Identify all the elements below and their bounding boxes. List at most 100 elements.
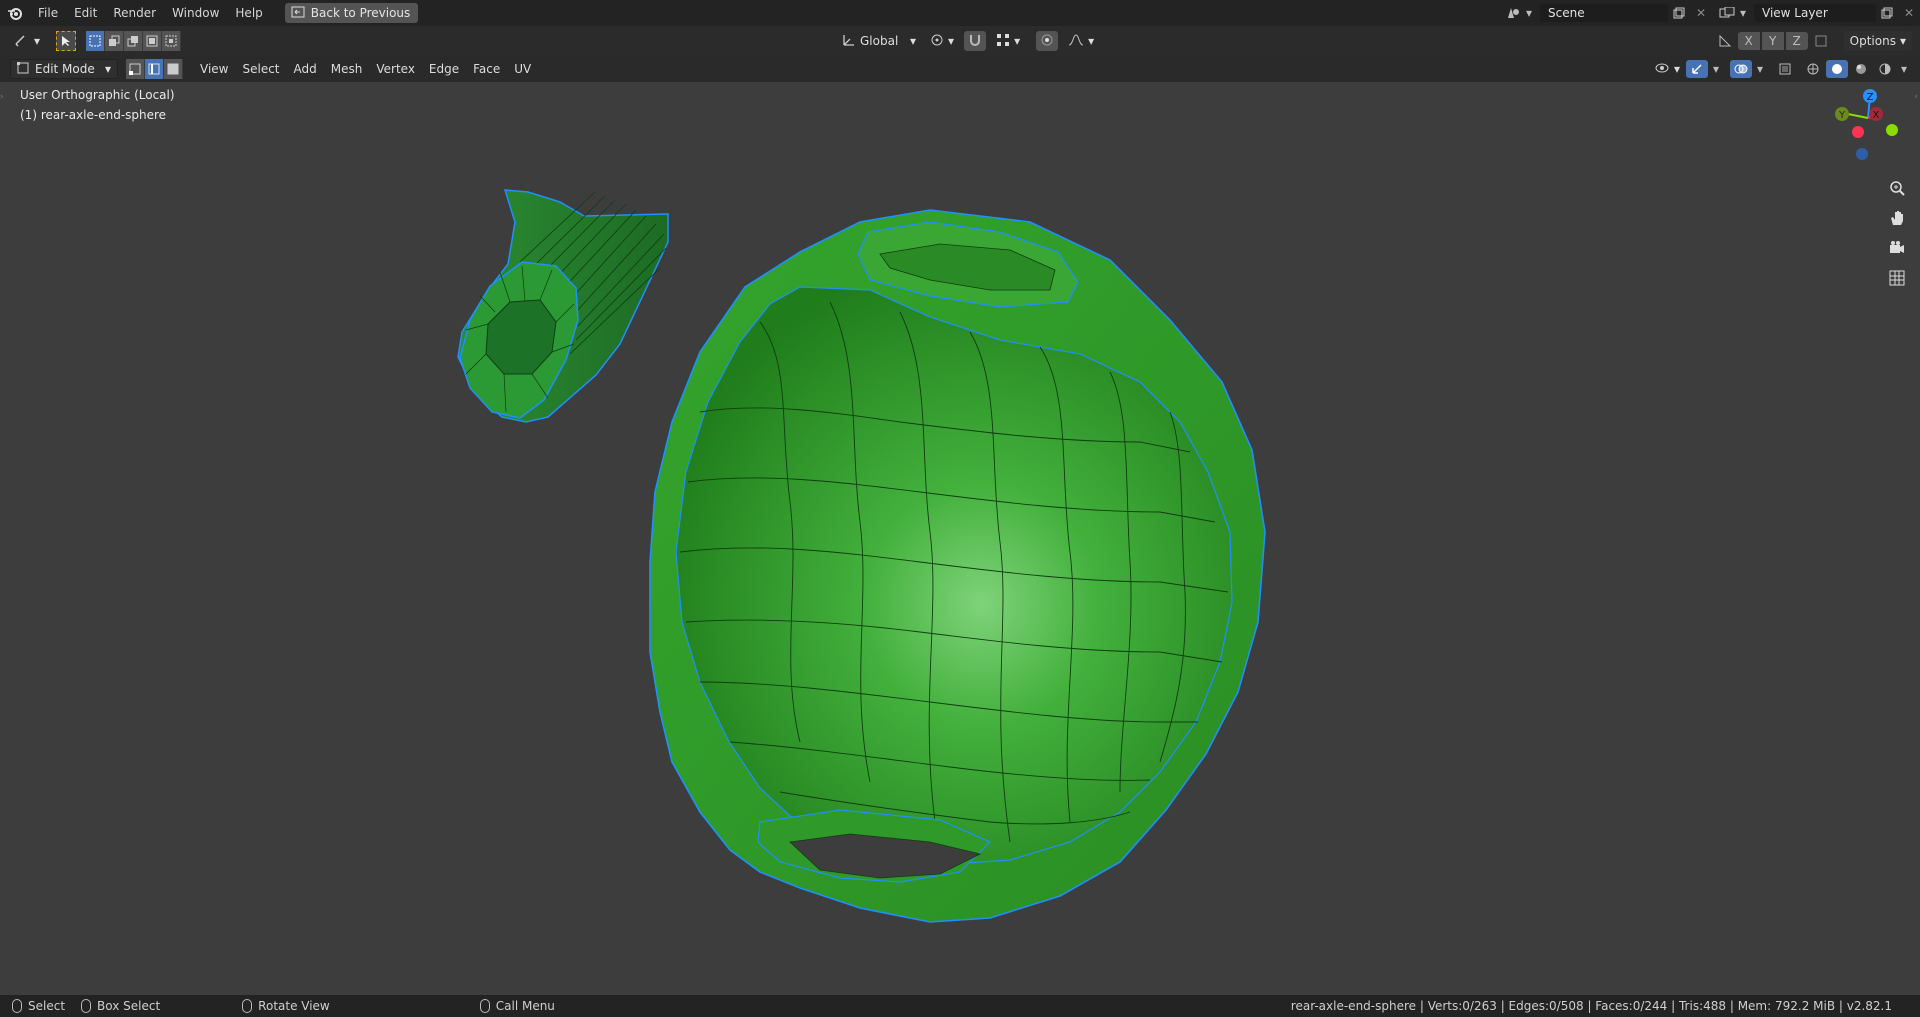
select-intersect-icon[interactable] xyxy=(162,31,182,51)
status-rotate-view-hint: Rotate View xyxy=(242,999,330,1013)
menu-render[interactable]: Render xyxy=(105,0,164,26)
tool-settings-right: X Y Z Options ▾ xyxy=(1714,31,1912,51)
menu-edge[interactable]: Edge xyxy=(422,62,466,76)
viewport-display-controls: ▾ ▾ ▾ ▾ xyxy=(1650,59,1910,79)
scene-controls: ▾ Scene ✕ ▾ View Layer ✕ xyxy=(1502,0,1920,26)
axis-x-toggle[interactable]: X xyxy=(1737,32,1760,50)
fullscreen-back-icon xyxy=(291,6,305,21)
back-to-previous-button[interactable]: Back to Previous xyxy=(284,3,419,23)
gizmo-toggle-icon[interactable] xyxy=(1686,60,1708,78)
status-select-hint: Select xyxy=(12,999,65,1013)
blender-logo-icon[interactable] xyxy=(0,0,30,26)
select-extend-icon[interactable] xyxy=(105,31,125,51)
proportional-edit-icon xyxy=(1040,33,1054,50)
navigation-gizmo[interactable]: Z Y X xyxy=(1828,88,1908,168)
edge-select-icon[interactable] xyxy=(145,59,164,79)
face-select-icon[interactable] xyxy=(164,59,183,79)
new-view-layer-icon[interactable] xyxy=(1876,4,1898,22)
select-new-icon[interactable] xyxy=(86,31,106,51)
mirror-icon[interactable] xyxy=(1714,32,1736,50)
chevron-down-icon[interactable]: ▾ xyxy=(1524,4,1534,22)
falloff-dropdown[interactable]: ▾ xyxy=(1064,31,1098,51)
select-subtract-icon[interactable] xyxy=(124,31,144,51)
snap-toggle[interactable] xyxy=(964,31,987,51)
menu-select[interactable]: Select xyxy=(235,62,286,76)
mesh-scene xyxy=(457,189,1266,923)
selection-mode-group xyxy=(86,31,182,51)
top-menu-bar: File Edit Render Window Help Back to Pre… xyxy=(0,0,1920,26)
menu-help[interactable]: Help xyxy=(227,0,270,26)
wireframe-shading-icon[interactable] xyxy=(1802,60,1824,78)
topology-mirror-icon[interactable] xyxy=(1810,32,1832,50)
falloff-curve-icon xyxy=(1068,33,1084,49)
options-dropdown[interactable]: Options ▾ xyxy=(1843,31,1912,51)
overlays-toggle-icon[interactable] xyxy=(1730,60,1752,78)
chevron-down-icon[interactable]: ▾ xyxy=(1710,60,1722,78)
axis-y-toggle[interactable]: Y xyxy=(1761,32,1784,50)
close-icon[interactable]: ✕ xyxy=(1690,4,1712,22)
scene-statistics: rear-axle-end-sphere | Verts:0/263 | Edg… xyxy=(1290,999,1892,1013)
snap-element-dropdown[interactable]: ▾ xyxy=(992,31,1024,51)
transform-controls: Global ▾ ▾ ▾ ▾ xyxy=(838,31,1098,51)
status-bar: Select Box Select Rotate View Call Menu … xyxy=(0,995,1920,1017)
menu-mesh[interactable]: Mesh xyxy=(324,62,370,76)
sphere-mesh xyxy=(649,209,1266,923)
mode-dropdown[interactable]: Edit Mode ▾ xyxy=(10,59,118,79)
tool-settings-left: ▾ xyxy=(10,31,182,51)
cylinder-mesh xyxy=(457,189,669,423)
new-scene-icon[interactable] xyxy=(1668,4,1690,22)
gizmo-y-label: Y xyxy=(1838,110,1846,121)
chevron-down-icon[interactable]: ▾ xyxy=(1898,60,1910,78)
vertex-select-icon[interactable] xyxy=(126,59,145,79)
tool-icon[interactable]: ▾ xyxy=(10,31,44,51)
solid-shading-icon[interactable] xyxy=(1826,60,1848,78)
status-call-menu-hint: Call Menu xyxy=(479,999,555,1013)
menu-face[interactable]: Face xyxy=(466,62,507,76)
zoom-icon[interactable] xyxy=(1885,176,1909,200)
viewport-header: Edit Mode ▾ View Select Add Mesh Vertex E… xyxy=(0,56,1920,82)
chevron-down-icon[interactable]: ▾ xyxy=(1738,4,1748,22)
view-layer-icon[interactable] xyxy=(1716,4,1738,22)
scene-field[interactable]: Scene xyxy=(1540,4,1668,22)
select-mode-group xyxy=(126,59,183,79)
viewport-menus: View Select Add Mesh Vertex Edge Face UV xyxy=(193,62,538,76)
gizmo-x-label: X xyxy=(1873,110,1880,121)
snap-grid-icon xyxy=(996,33,1010,50)
menu-file[interactable]: File xyxy=(30,0,66,26)
menu-edit[interactable]: Edit xyxy=(66,0,105,26)
3d-viewport[interactable]: User Orthographic (Local) (1) rear-axle-… xyxy=(0,82,1920,992)
cursor-select-icon[interactable] xyxy=(56,31,77,51)
pivot-point-dropdown[interactable]: ▾ xyxy=(926,31,958,51)
menu-add[interactable]: Add xyxy=(287,62,324,76)
close-icon[interactable]: ✕ xyxy=(1898,4,1920,22)
chevron-down-icon[interactable]: ▾ xyxy=(1754,60,1766,78)
view-layer-field[interactable]: View Layer xyxy=(1754,4,1876,22)
camera-view-icon[interactable] xyxy=(1885,236,1909,260)
select-invert-icon[interactable] xyxy=(143,31,163,51)
magnet-icon xyxy=(968,33,982,50)
orientation-icon xyxy=(842,33,856,50)
mouse-right-icon xyxy=(479,999,490,1013)
axis-z-toggle[interactable]: Z xyxy=(1785,32,1808,50)
edit-mode-icon xyxy=(17,61,29,77)
menu-uv[interactable]: UV xyxy=(507,62,538,76)
material-shading-icon[interactable] xyxy=(1850,60,1872,78)
visibility-dropdown[interactable]: ▾ xyxy=(1650,59,1684,79)
pivot-icon xyxy=(930,33,944,50)
xray-toggle-icon[interactable] xyxy=(1774,60,1796,78)
gizmo-z-label: Z xyxy=(1867,92,1874,103)
perspective-grid-icon[interactable] xyxy=(1885,266,1909,290)
status-box-select-hint: Box Select xyxy=(81,999,160,1013)
mouse-middle-icon xyxy=(242,999,253,1013)
proportional-edit-toggle[interactable] xyxy=(1036,31,1059,51)
pan-hand-icon[interactable] xyxy=(1885,206,1909,230)
menu-view[interactable]: View xyxy=(193,62,235,76)
mouse-left-icon xyxy=(12,999,22,1013)
transform-orientation-dropdown[interactable]: Global ▾ xyxy=(838,31,920,51)
rendered-shading-icon[interactable] xyxy=(1874,60,1896,78)
menu-window[interactable]: Window xyxy=(164,0,227,26)
scene-icon[interactable] xyxy=(1502,4,1524,22)
tool-header: ▾ Global ▾ ▾ ▾ ▾ X Y Z Options ▾ xyxy=(0,26,1920,56)
eye-icon xyxy=(1654,62,1670,77)
menu-vertex[interactable]: Vertex xyxy=(369,62,422,76)
